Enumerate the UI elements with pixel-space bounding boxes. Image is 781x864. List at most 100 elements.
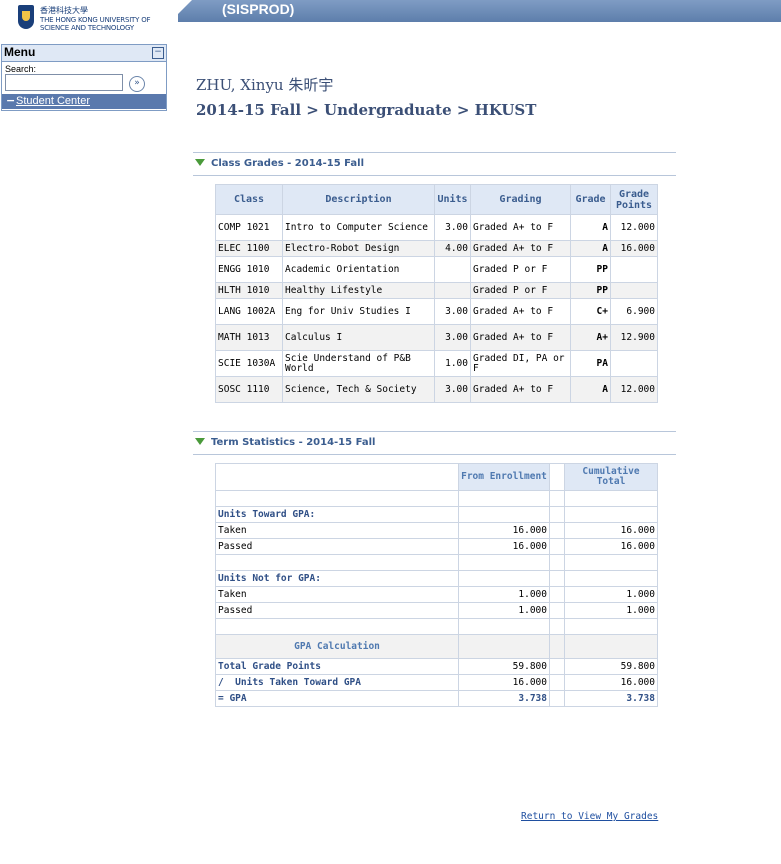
class-grades-section-header[interactable]: Class Grades - 2014-15 Fall xyxy=(193,152,676,176)
grade-cell: PP xyxy=(570,256,611,283)
grade-cell: C+ xyxy=(570,298,611,325)
col-units: Units xyxy=(434,184,471,215)
gpa-enrollment: 3.738 xyxy=(458,690,550,707)
table-row: MATH 1013 Calculus I 3.00 Graded A+ to F A+ 1… xyxy=(215,324,658,351)
term-statistics-section-header[interactable]: Term Statistics - 2014-15 Fall xyxy=(193,431,676,455)
col-grade-points: Grade Points xyxy=(610,184,658,215)
grading-cell: Graded A+ to F xyxy=(470,324,571,351)
collapse-menu-icon[interactable]: − xyxy=(152,47,164,59)
description-cell: Intro to Computer Science xyxy=(282,214,435,241)
taken-label: Taken xyxy=(215,586,459,603)
units-cell: 1.00 xyxy=(434,350,471,377)
gpa-label: = GPA xyxy=(215,690,459,707)
term-statistics-title: Term Statistics - 2014-15 Fall xyxy=(211,437,376,448)
description-cell: Science, Tech & Society xyxy=(282,376,435,403)
gpa-calculation-header: GPA Calculation xyxy=(215,634,459,659)
table-row: SCIE 1030A Scie Understand of P&B World 1.… xyxy=(215,350,658,377)
units-toward-gpa-label: Units Toward GPA: xyxy=(215,506,459,523)
grading-cell: Graded A+ to F xyxy=(470,298,571,325)
class-grades-title: Class Grades - 2014-15 Fall xyxy=(211,158,365,169)
notfor-passed-cumulative: 1.000 xyxy=(564,602,658,619)
gpa-cumulative: 3.738 xyxy=(564,690,658,707)
crest-icon xyxy=(18,5,34,29)
menu-search-input[interactable] xyxy=(5,74,123,91)
units-cell: 3.00 xyxy=(434,376,471,403)
notfor-passed-enrollment: 1.000 xyxy=(458,602,550,619)
col-grade: Grade xyxy=(570,184,611,215)
class-code-cell: MATH 1013 xyxy=(215,324,283,351)
grade-cell: A+ xyxy=(570,324,611,351)
grade-points-cell: 12.900 xyxy=(610,324,658,351)
grade-points-cell: 6.900 xyxy=(610,298,658,325)
menu-item-student-center[interactable]: − Student Center xyxy=(2,94,166,109)
side-menu: Menu − Search: » − Student Center xyxy=(1,44,167,111)
class-code-cell: HLTH 1010 xyxy=(215,282,283,299)
top-header: 香港科技大學 THE HONG KONG UNIVERSITY OF SCIEN… xyxy=(0,0,781,38)
taken-label: Taken xyxy=(215,522,459,539)
menu-header: Menu − xyxy=(2,45,166,62)
grading-cell: Graded DI, PA or F xyxy=(470,350,571,377)
collapse-triangle-icon[interactable] xyxy=(195,159,205,166)
passed-label: Passed xyxy=(215,602,459,619)
class-code-cell: LANG 1002A xyxy=(215,298,283,325)
class-code-cell: SCIE 1030A xyxy=(215,350,283,377)
table-row: ENGG 1010 Academic Orientation Graded P or… xyxy=(215,256,658,283)
table-row: ELEC 1100 Electro-Robot Design 4.00 Graded … xyxy=(215,240,658,257)
search-go-icon[interactable]: » xyxy=(129,76,145,92)
table-row: COMP 1021 Intro to Computer Science 3.00 Gr… xyxy=(215,214,658,241)
class-grades-table: Class Description Units Grading Grade Gr… xyxy=(215,184,658,403)
utg-cumulative: 16.000 xyxy=(564,674,658,691)
col-class: Class xyxy=(215,184,283,215)
description-cell: Academic Orientation xyxy=(282,256,435,283)
grade-cell: A xyxy=(570,376,611,403)
system-title: (SISPROD) xyxy=(222,1,295,17)
tgp-cumulative: 59.800 xyxy=(564,658,658,675)
grade-cell: A xyxy=(570,240,611,257)
units-cell: 3.00 xyxy=(434,214,471,241)
grade-points-cell xyxy=(610,282,658,299)
collapse-triangle-icon[interactable] xyxy=(195,438,205,445)
term-statistics-table: From Enrollment Cumulative Total Units T… xyxy=(215,463,658,707)
units-cell xyxy=(434,282,471,299)
col-cumulative-total: Cumulative Total xyxy=(564,463,658,491)
expander-icon: − xyxy=(6,94,16,107)
units-cell xyxy=(434,256,471,283)
description-cell: Calculus I xyxy=(282,324,435,351)
grading-cell: Graded A+ to F xyxy=(470,240,571,257)
units-cell: 3.00 xyxy=(434,298,471,325)
grade-cell: A xyxy=(570,214,611,241)
grade-points-cell: 16.000 xyxy=(610,240,658,257)
grade-points-cell: 12.000 xyxy=(610,376,658,403)
passed-label: Passed xyxy=(215,538,459,555)
grading-cell: Graded A+ to F xyxy=(470,214,571,241)
description-cell: Healthy Lifestyle xyxy=(282,282,435,299)
units-cell: 4.00 xyxy=(434,240,471,257)
logo-chinese-name: 香港科技大學 xyxy=(40,6,88,15)
grade-points-cell: 12.000 xyxy=(610,214,658,241)
class-code-cell: ENGG 1010 xyxy=(215,256,283,283)
student-name: ZHU, Xinyu 朱昕宇 xyxy=(196,76,334,94)
return-to-view-my-grades-link[interactable]: Return to View My Grades xyxy=(521,811,658,822)
table-row: SOSC 1110 Science, Tech & Society 3.00 Grad… xyxy=(215,376,658,403)
student-center-link[interactable]: Student Center xyxy=(16,95,90,107)
total-grade-points-label: Total Grade Points xyxy=(215,658,459,675)
grading-cell: Graded A+ to F xyxy=(470,376,571,403)
description-cell: Electro-Robot Design xyxy=(282,240,435,257)
menu-title: Menu xyxy=(4,45,36,59)
grading-cell: Graded P or F xyxy=(470,282,571,299)
units-cell: 3.00 xyxy=(434,324,471,351)
logo-english-line2: SCIENCE AND TECHNOLOGY xyxy=(40,24,134,32)
units-taken-toward-gpa-label: / Units Taken Toward GPA xyxy=(215,674,459,691)
table-row: HLTH 1010 Healthy Lifestyle Graded P or FP… xyxy=(215,282,658,299)
col-from-enrollment: From Enrollment xyxy=(458,463,550,491)
col-grading: Grading xyxy=(470,184,571,215)
class-code-cell: SOSC 1110 xyxy=(215,376,283,403)
class-code-cell: COMP 1021 xyxy=(215,214,283,241)
utg-enrollment: 16.000 xyxy=(458,674,550,691)
logo-english-line1: THE HONG KONG UNIVERSITY OF xyxy=(40,16,151,24)
notfor-taken-enrollment: 1.000 xyxy=(458,586,550,603)
toward-passed-cumulative: 16.000 xyxy=(564,538,658,555)
grade-cell: PP xyxy=(570,282,611,299)
units-not-for-gpa-label: Units Not for GPA: xyxy=(215,570,459,587)
description-cell: Eng for Univ Studies I xyxy=(282,298,435,325)
